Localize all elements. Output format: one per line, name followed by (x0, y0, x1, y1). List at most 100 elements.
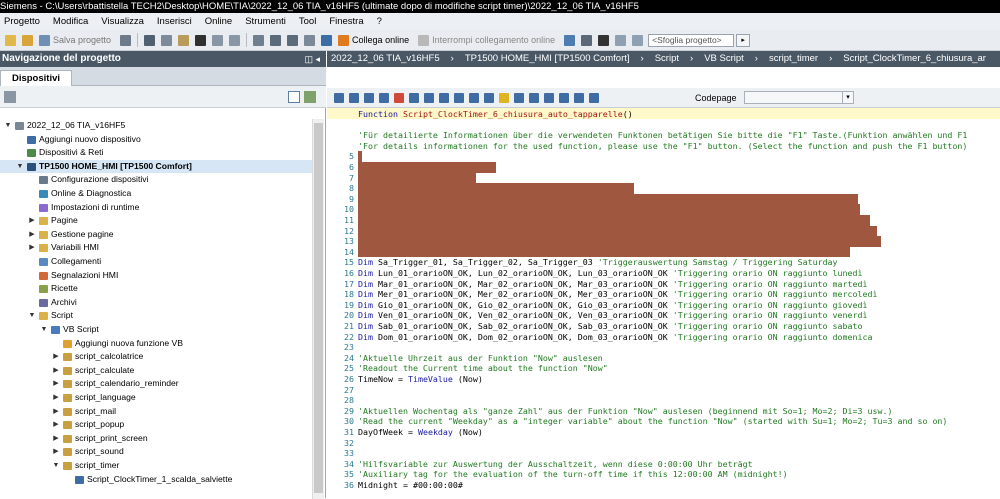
code-line[interactable]: 13 (327, 236, 1000, 247)
code-area[interactable]: Function Script_ClockTimer_6_chiusura_au… (327, 108, 1000, 498)
menu-item[interactable]: Strumenti (245, 16, 286, 27)
cross-reference-icon[interactable] (581, 34, 593, 46)
bookmark-next-icon[interactable] (408, 92, 419, 103)
tree-item[interactable]: Collegamenti (0, 255, 312, 269)
refresh-icon[interactable] (304, 91, 316, 103)
expand-arrow-icon[interactable]: ▶ (52, 391, 60, 405)
collapse-icon[interactable] (483, 92, 494, 103)
tree-item[interactable]: ▶ Variabili HMI (0, 241, 312, 255)
tab-devices[interactable]: Dispositivi (0, 70, 72, 86)
expand-arrow-icon[interactable]: ▶ (52, 432, 60, 446)
code-line[interactable]: 9 (327, 193, 1000, 205)
code-line[interactable]: 14 (327, 246, 1000, 258)
tree-item[interactable]: ▶ script_mail (0, 405, 312, 419)
split-editor-icon[interactable] (615, 34, 627, 46)
search-project-input[interactable]: <Sfoglia progetto> (648, 33, 735, 47)
copy-icon[interactable] (161, 34, 173, 46)
save-icon[interactable] (39, 34, 50, 46)
parenthesis-icon[interactable] (588, 92, 599, 103)
breadcrumb-item[interactable]: VB Script (704, 53, 744, 64)
expand-arrow-icon[interactable]: ▶ (52, 364, 60, 378)
code-line[interactable]: 17 Dim Mar_01_orarioON_OK, Mar_02_orarioO… (327, 279, 1000, 290)
tree-item[interactable]: ▼ TP1500 HOME_HMI [TP1500 Comfort] (0, 159, 312, 174)
tree-scrollbar[interactable] (312, 119, 324, 499)
tree-item[interactable]: ▶ script_language (0, 391, 312, 405)
tree-item[interactable]: ▶ script_calcolatrice (0, 350, 312, 364)
simulate-icon[interactable] (304, 34, 316, 46)
expand-arrow-icon[interactable]: ▶ (28, 241, 36, 255)
menu-item[interactable]: Inserisci (157, 16, 192, 27)
codepage-select[interactable]: ▾ (744, 91, 854, 104)
menu-item[interactable]: Online (205, 16, 232, 27)
breadcrumb-item[interactable]: Script (655, 53, 679, 64)
delete-icon[interactable] (195, 34, 207, 46)
paste-icon[interactable] (178, 34, 190, 46)
format-icon[interactable] (543, 92, 554, 103)
connect-online-button[interactable]: Collega online (352, 35, 409, 45)
new-project-icon[interactable] (5, 34, 16, 46)
cut-icon[interactable] (144, 34, 156, 46)
tree-item[interactable]: ▶ script_popup (0, 418, 312, 432)
connect-online-icon[interactable] (338, 34, 350, 46)
download-icon[interactable] (270, 34, 282, 46)
code-line[interactable]: 15 Dim Sa_Trigger_01, Sa_Trigger_02, Sa_T… (327, 257, 1000, 268)
scrollbar-thumb[interactable] (314, 123, 323, 493)
code-line[interactable] (327, 120, 1000, 131)
open-project-icon[interactable] (22, 34, 33, 46)
pin-panel-icon[interactable]: ◫ ◂ (304, 51, 320, 67)
tree-item[interactable]: Aggiungi nuova funzione VB (0, 337, 312, 351)
tree-item[interactable]: Script_ClockTimer_1_scalda_salviette (0, 473, 312, 487)
expand-icon[interactable] (468, 92, 479, 103)
expand-arrow-icon[interactable]: ▶ (28, 214, 36, 228)
tree-item[interactable]: Impostazioni di runtime (0, 201, 312, 215)
code-line[interactable]: 'For details informationen for the used … (327, 141, 1000, 152)
tree-item[interactable]: ▶ Gestione pagine (0, 228, 312, 242)
warning-icon[interactable] (498, 92, 509, 103)
expand-arrow-icon[interactable]: ▶ (52, 350, 60, 364)
code-line[interactable]: 7 (327, 172, 1000, 184)
code-line[interactable]: 8 (327, 183, 1000, 194)
expand-arrow-icon[interactable]: ▶ (52, 418, 60, 432)
menu-item[interactable]: Modifica (53, 16, 88, 27)
breadcrumb-item[interactable]: TP1500 HOME_HMI [TP1500 Comfort] (465, 53, 630, 64)
bookmark-clear-icon[interactable] (438, 92, 449, 103)
collapse-arrow-icon[interactable]: ▼ (40, 323, 48, 337)
code-line[interactable]: 6 (327, 162, 1000, 173)
code-line[interactable]: 30 'Read the current "Weekday" as a "inte… (327, 416, 1000, 427)
tree-item[interactable]: Online & Diagnostica (0, 187, 312, 201)
breadcrumb-item[interactable]: 2022_12_06 TIA_v16HF5 (331, 53, 440, 64)
overview-icon[interactable] (288, 91, 300, 103)
chevron-down-icon[interactable]: ▾ (842, 92, 853, 103)
undo-icon[interactable] (212, 34, 224, 46)
collapse-arrow-icon[interactable]: ▼ (16, 160, 24, 174)
tree-item[interactable]: ▶ Pagine (0, 214, 312, 228)
code-line[interactable]: 35 'Auxiliary tag for the evaluation of t… (327, 469, 1000, 480)
code-line[interactable]: 22 Dim Dom_01_orarioON_OK, Dom_02_orarioO… (327, 332, 1000, 343)
code-line[interactable]: 11 (327, 215, 1000, 226)
close-icon[interactable] (598, 34, 610, 46)
tree-item[interactable]: Archivi (0, 296, 312, 310)
menu-item[interactable]: Finestra (329, 16, 363, 27)
code-line[interactable]: 32 (327, 438, 1000, 449)
sort-icon[interactable] (558, 92, 569, 103)
search-button[interactable]: ▸ (736, 33, 751, 47)
menu-item[interactable]: Visualizza (101, 16, 144, 27)
tree-item[interactable]: Segnalazioni HMI (0, 269, 312, 283)
tree-item[interactable]: Aggiungi nuovo dispositivo (0, 133, 312, 147)
redo-icon[interactable] (229, 34, 241, 46)
list-icon[interactable] (513, 92, 524, 103)
tree-item[interactable]: ▶ script_print_screen (0, 432, 312, 446)
code-line[interactable]: 23 (327, 342, 1000, 353)
code-line[interactable]: 21 Dim Sab_01_orarioON_OK, Sab_02_orarioO… (327, 321, 1000, 332)
split-editor-vertical-icon[interactable] (632, 34, 644, 46)
tree-item[interactable]: Configurazione dispositivi (0, 173, 312, 187)
uncomment-icon[interactable] (378, 92, 389, 103)
disconnect-online-button[interactable]: Interrompi collegamento online (432, 35, 555, 45)
menu-item[interactable]: ? (377, 16, 382, 27)
code-line[interactable]: 26 TimeNow = TimeValue (Now) (327, 374, 1000, 385)
save-project-button[interactable]: Salva progetto (53, 35, 111, 45)
breadcrumb-item[interactable]: Script_ClockTimer_6_chiusura_ar (843, 53, 986, 64)
collapse-arrow-icon[interactable]: ▼ (28, 309, 36, 323)
code-line[interactable]: 36 Midnight = #00:00:00# (327, 480, 1000, 491)
code-line[interactable]: 16 Dim Lun_01_orarioON_OK, Lun_02_orarioO… (327, 268, 1000, 279)
